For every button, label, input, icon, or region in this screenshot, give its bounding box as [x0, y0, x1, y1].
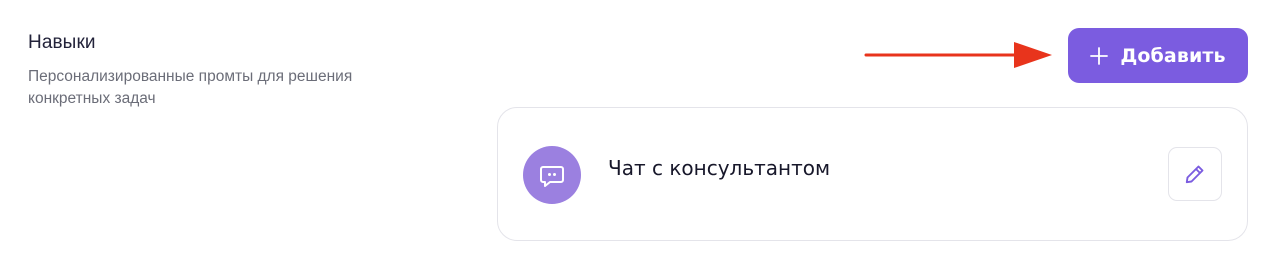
section-title: Навыки — [28, 32, 96, 53]
skill-card[interactable]: Чат с консультантом — [497, 107, 1248, 241]
skill-name: Чат с консультантом — [608, 156, 831, 180]
plus-icon — [1090, 46, 1109, 65]
add-button-label: Добавить — [1120, 44, 1226, 67]
red-arrow-icon — [864, 42, 1052, 68]
edit-skill-button[interactable] — [1168, 147, 1222, 201]
chat-bubble-icon — [540, 166, 564, 187]
pencil-icon — [1185, 165, 1204, 184]
skill-avatar — [523, 146, 581, 204]
section-description: Персонализированные промты для решения к… — [28, 68, 353, 107]
add-skill-button[interactable]: Добавить — [1068, 28, 1248, 83]
